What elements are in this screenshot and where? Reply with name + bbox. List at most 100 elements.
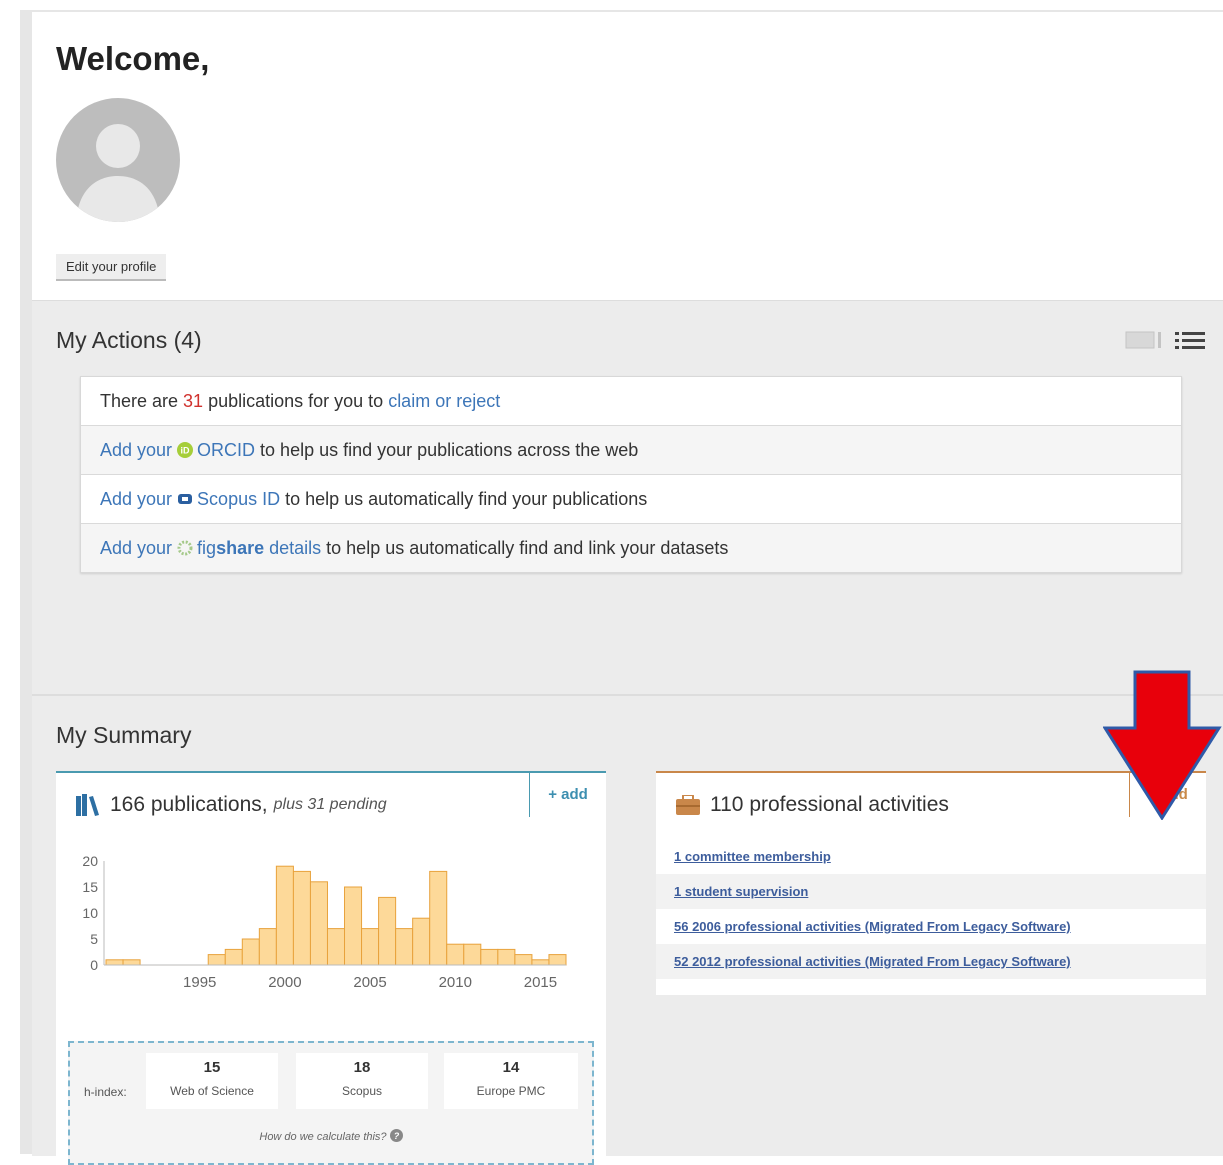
publications-chart: 0 5 10 15 20 1995 2000 2005 2010 2015 [76,853,576,993]
activity-link[interactable]: 1 committee membership [674,849,831,864]
my-summary-title: My Summary [56,722,191,749]
h-index-label: h-index: [84,1085,127,1099]
avatar [56,98,180,222]
chart-bar[interactable] [430,871,447,965]
chart-bar[interactable] [208,955,225,965]
avatar-silhouette-icon [56,98,180,222]
help-icon: ? [390,1129,403,1142]
how-calculated-link[interactable]: How do we calculate this? ? [70,1129,592,1143]
chart-bar[interactable] [242,939,259,965]
list-view-icon[interactable] [1175,329,1205,351]
h-index-web-of-science: 15 Web of Science [146,1053,278,1109]
chart-bar[interactable] [396,929,413,965]
activity-item[interactable]: 56 2006 professional activities (Migrate… [656,909,1206,944]
add-your-link[interactable]: Add your [100,538,177,558]
action-text: There are [100,391,183,411]
y-tick-label: 5 [90,931,98,947]
chart-bar[interactable] [549,955,566,965]
x-tick-label: 2010 [439,974,472,991]
figshare-fig: fig [197,538,216,558]
chart-bar[interactable] [310,882,327,965]
orcid-link[interactable]: ORCID [197,440,255,460]
svg-text:iD: iD [181,446,191,456]
y-tick-label: 10 [82,905,98,921]
chart-bar[interactable] [106,960,123,965]
left-gutter [20,10,32,1154]
my-summary-section: My Summary 166 publications, plus 31 pend… [32,694,1223,1156]
activities-list: 1 committee membership 1 student supervi… [656,839,1206,979]
pending-count: 31 [183,391,203,411]
h-index-scopus: 18 Scopus [296,1053,428,1109]
chart-bar[interactable] [123,960,140,965]
h-index-panel: h-index: 15 Web of Science 18 Scopus 14 … [68,1041,594,1165]
action-row-figshare: Add your figshare details to help us aut… [81,524,1181,572]
activity-item[interactable]: 1 committee membership [656,839,1206,874]
h-index-source: Scopus [296,1084,428,1098]
chart-bar[interactable] [225,949,242,965]
claim-or-reject-link[interactable]: claim or reject [388,391,500,411]
figshare-icon [177,540,193,556]
chart-bar[interactable] [481,949,498,965]
action-text: to help us find your publications across… [255,440,638,460]
chart-bar[interactable] [532,960,549,965]
edit-profile-button[interactable]: Edit your profile [56,254,166,281]
chart-bar[interactable] [447,944,464,965]
action-list: There are 31 publications for you to cla… [80,376,1182,573]
x-tick-label: 1995 [183,974,216,991]
activity-link[interactable]: 1 student supervision [674,884,808,899]
action-row-scopus: Add your Scopus ID to help us automatica… [81,475,1181,524]
figshare-share: share [216,538,264,558]
chart-bar[interactable] [259,929,276,965]
briefcase-icon [676,795,700,815]
chart-bar[interactable] [413,918,430,965]
chart-bar[interactable] [464,944,481,965]
activity-item[interactable]: 52 2012 professional activities (Migrate… [656,944,1206,979]
scopus-id-link[interactable]: Scopus ID [197,489,280,509]
x-tick-label: 2015 [524,974,557,991]
figshare-details: details [264,538,321,558]
orcid-icon: iD [177,442,193,458]
my-actions-section: My Actions (4) There are 31 publications… [32,300,1223,695]
add-publication-button[interactable]: + add [529,773,606,817]
h-index-value: 15 [146,1059,278,1076]
add-your-link[interactable]: Add your [100,489,177,509]
h-index-source: Europe PMC [444,1084,578,1098]
view-toggle [1125,329,1205,351]
y-tick-label: 15 [82,879,98,895]
welcome-section: Welcome, Edit your profile [32,12,1223,300]
h-index-value: 14 [444,1059,578,1076]
publications-card: 166 publications, plus 31 pending + add 0… [56,771,606,1163]
activity-link[interactable]: 52 2012 professional activities (Migrate… [674,954,1071,969]
action-text: to help us automatically find and link y… [321,538,728,558]
activities-count: 110 professional activities [710,793,949,817]
welcome-title: Welcome, [56,40,209,78]
publications-pending: plus 31 pending [274,796,387,814]
figshare-link[interactable]: figshare details [197,538,321,558]
red-arrow-annotation [1103,670,1223,820]
x-tick-label: 2000 [268,974,301,991]
chart-bar[interactable] [345,887,362,965]
h-index-value: 18 [296,1059,428,1076]
chart-bar[interactable] [276,866,293,965]
chart-bar[interactable] [362,929,379,965]
how-calculated-text: How do we calculate this? [259,1131,386,1143]
activity-link[interactable]: 56 2006 professional activities (Migrate… [674,919,1071,934]
grid-view-icon[interactable] [1125,329,1163,351]
y-tick-label: 0 [90,957,98,973]
activity-item[interactable]: 1 student supervision [656,874,1206,909]
chart-bar[interactable] [293,871,310,965]
publications-count: 166 publications, [110,793,268,817]
x-tick-label: 2005 [353,974,386,991]
h-index-source: Web of Science [146,1084,278,1098]
y-tick-label: 20 [82,853,98,869]
chart-bar[interactable] [327,929,344,965]
chart-bar[interactable] [515,955,532,965]
chart-bar[interactable] [379,897,396,965]
svg-text:?: ? [393,1131,399,1141]
add-your-link[interactable]: Add your [100,440,177,460]
chart-bar[interactable] [498,949,515,965]
action-row-claim: There are 31 publications for you to cla… [81,377,1181,426]
publications-title: 166 publications, plus 31 pending [76,793,387,817]
action-row-orcid: Add your iD ORCID to help us find your pu… [81,426,1181,475]
action-text: to help us automatically find your publi… [280,489,647,509]
